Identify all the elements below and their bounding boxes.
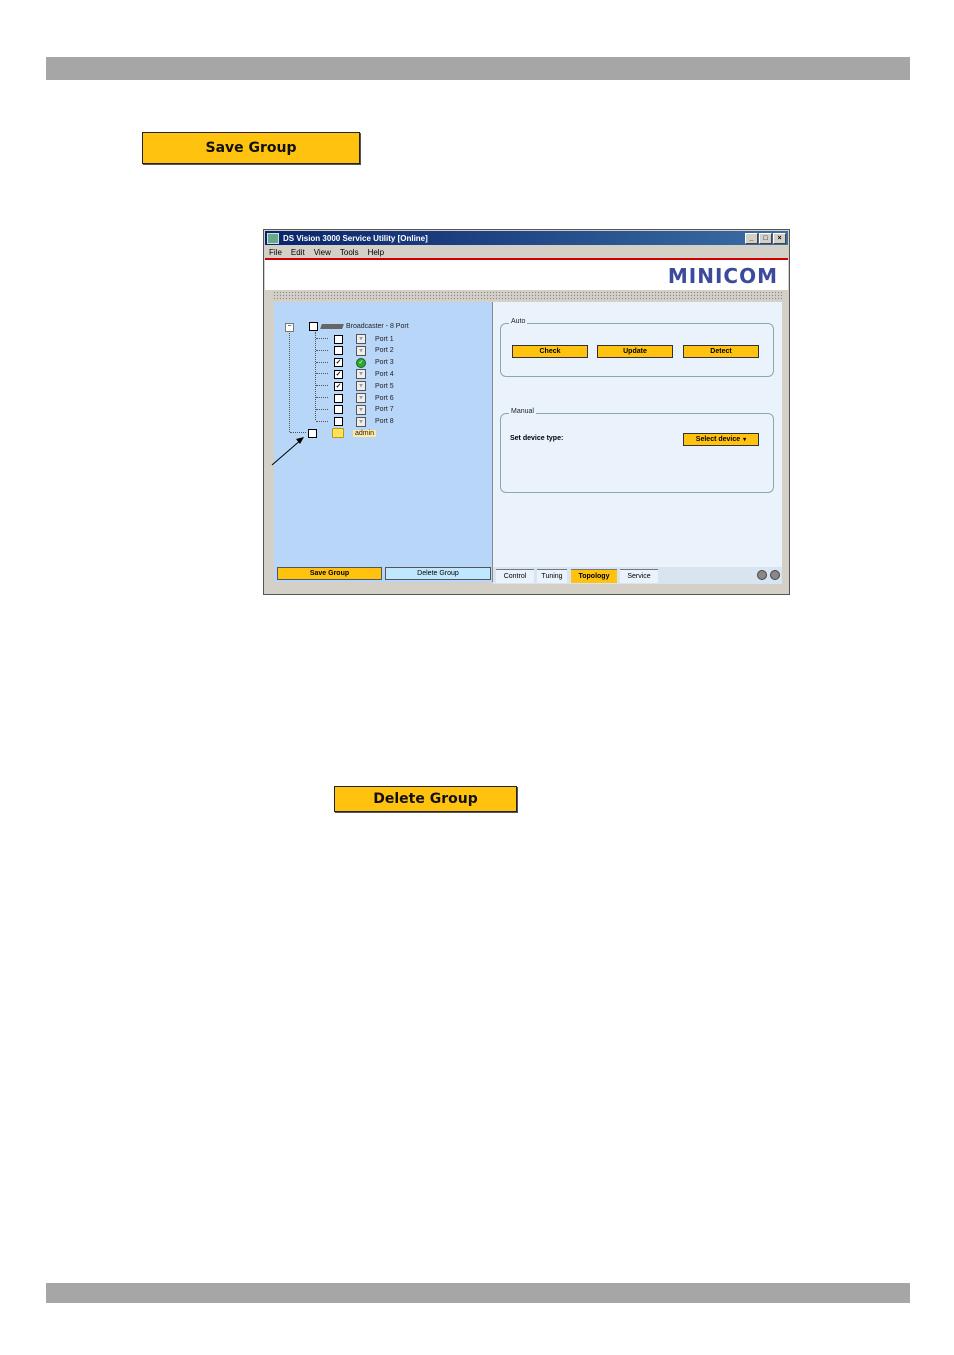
- manual-group: Manual Set device type: Select device ▾: [500, 408, 774, 493]
- port-item[interactable]: ▿ Port 2: [334, 345, 394, 356]
- menu-view[interactable]: View: [314, 248, 331, 257]
- port-checkbox[interactable]: ✓: [334, 381, 343, 391]
- port-label: Port 2: [375, 347, 394, 355]
- menu-bar: File Edit View Tools Help: [265, 246, 788, 260]
- tree-line: [316, 408, 328, 410]
- port-icon: ▿: [356, 416, 366, 427]
- port-checkbox[interactable]: [334, 393, 343, 403]
- collapse-icon[interactable]: −: [285, 323, 294, 332]
- port-checkbox[interactable]: [334, 334, 343, 344]
- delete-group-button-image: Delete Group: [334, 786, 517, 812]
- port-item[interactable]: ✓ ▿ Port 5: [334, 381, 394, 392]
- menu-tools[interactable]: Tools: [340, 248, 359, 257]
- check-button[interactable]: Check: [512, 345, 588, 358]
- port-item[interactable]: ▿ Port 1: [334, 334, 394, 344]
- port-icon: ▿: [356, 369, 366, 380]
- delete-group-button[interactable]: Delete Group: [385, 567, 491, 580]
- detect-button[interactable]: Detect: [683, 345, 759, 358]
- port-label: Port 6: [375, 394, 394, 402]
- group-item-admin[interactable]: admin: [308, 428, 377, 438]
- port-item[interactable]: ✓ ✓ Port 3: [334, 357, 394, 368]
- port-icon: ▿: [356, 345, 366, 356]
- status-indicator-icon: [757, 570, 767, 580]
- save-group-button-image: Save Group: [142, 132, 360, 164]
- port-item[interactable]: ▿ Port 8: [334, 416, 394, 427]
- menu-edit[interactable]: Edit: [291, 248, 305, 257]
- select-device-dropdown[interactable]: Select device ▾: [683, 433, 759, 446]
- port-checkbox[interactable]: ✓: [334, 369, 343, 379]
- tree-line: [290, 432, 306, 433]
- tree-line: [316, 420, 328, 422]
- minicom-logo: MINICOM: [667, 264, 778, 288]
- port-icon: ▿: [356, 404, 366, 415]
- port-item[interactable]: ▿ Port 6: [334, 393, 394, 403]
- root-checkbox[interactable]: [309, 322, 318, 331]
- footer-bar: [46, 1283, 910, 1303]
- port-checkbox[interactable]: [334, 417, 343, 427]
- port-ok-icon: ✓: [356, 357, 366, 368]
- update-button[interactable]: Update: [597, 345, 673, 358]
- save-group-button[interactable]: Save Group: [277, 567, 382, 580]
- tab-tuning[interactable]: Tuning: [537, 569, 567, 583]
- app-icon: [267, 232, 279, 244]
- port-item[interactable]: ▿ Port 7: [334, 404, 394, 415]
- port-label: Port 5: [375, 382, 394, 390]
- broadcaster-device-icon: [320, 324, 344, 329]
- auto-legend: Auto: [509, 318, 528, 325]
- port-checkbox[interactable]: ✓: [334, 358, 343, 368]
- port-label: Port 1: [375, 335, 394, 343]
- root-label: Broadcaster - 8 Port: [346, 323, 409, 330]
- window-titlebar: DS Vision 3000 Service Utility [Online] …: [265, 231, 788, 245]
- port-item[interactable]: ✓ ▿ Port 4: [334, 369, 394, 380]
- auto-group: Auto Check Update Detect: [500, 318, 774, 377]
- port-icon: ▿: [356, 381, 366, 392]
- port-label: Port 4: [375, 370, 394, 378]
- tab-topology[interactable]: Topology: [571, 569, 617, 583]
- device-tree-pane: − Broadcaster - 8 Port ▿ Port 1 ▿ Port 2 ✓ ✓ P…: [274, 302, 493, 582]
- header-bar: [46, 57, 910, 80]
- tree-line: [315, 332, 316, 420]
- tree-line: [316, 349, 328, 351]
- tree-line: [316, 338, 328, 339]
- tree-line: [316, 397, 328, 398]
- topology-panel: Auto Check Update Detect Manual Set devi…: [493, 302, 782, 567]
- manual-legend: Manual: [509, 408, 536, 415]
- port-label: Port 3: [375, 359, 394, 367]
- tree-line: [316, 373, 328, 375]
- tab-control[interactable]: Control: [496, 569, 534, 583]
- group-label: admin: [353, 429, 377, 437]
- callout-arrow: [271, 437, 304, 466]
- service-utility-window: DS Vision 3000 Service Utility [Online] …: [263, 229, 790, 595]
- status-indicator-icon: [770, 570, 780, 580]
- port-checkbox[interactable]: [334, 405, 343, 415]
- select-device-label: Select device: [695, 436, 741, 443]
- port-label: Port 8: [375, 418, 394, 426]
- menu-help[interactable]: Help: [368, 248, 384, 257]
- tree-line: [289, 326, 290, 432]
- tree-line: [316, 361, 328, 363]
- set-device-type-label: Set device type:: [510, 435, 564, 442]
- port-label: Port 7: [375, 406, 394, 414]
- tree-root[interactable]: Broadcaster - 8 Port: [309, 322, 409, 331]
- logo-area: MINICOM: [265, 260, 788, 290]
- close-icon[interactable]: ×: [773, 233, 786, 244]
- port-checkbox[interactable]: [334, 346, 343, 356]
- dotted-divider: [273, 291, 782, 300]
- folder-icon: [332, 428, 344, 438]
- window-title: DS Vision 3000 Service Utility [Online]: [283, 233, 428, 243]
- menu-file[interactable]: File: [269, 248, 282, 257]
- tab-service[interactable]: Service: [620, 569, 658, 583]
- group-checkbox[interactable]: [308, 428, 317, 438]
- minimize-icon[interactable]: _: [745, 233, 758, 244]
- chevron-down-icon: ▾: [743, 437, 747, 443]
- maximize-icon[interactable]: □: [759, 233, 772, 244]
- port-icon: ▿: [356, 393, 366, 403]
- tree-line: [316, 385, 328, 387]
- port-icon: ▿: [356, 334, 366, 344]
